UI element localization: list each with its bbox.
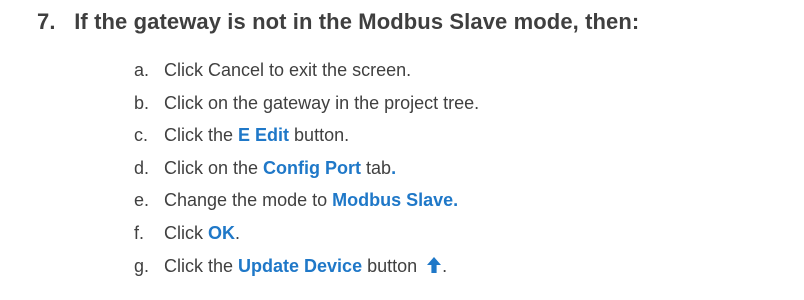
substep-letter: c. bbox=[134, 125, 149, 146]
step-heading: 7. If the gateway is not in the Modbus S… bbox=[37, 9, 639, 35]
substep-text-post: button. bbox=[289, 125, 350, 146]
edit-button-label: E Edit bbox=[238, 125, 290, 146]
substep-text-pre: Click bbox=[164, 222, 208, 243]
substep-text-end: . bbox=[442, 255, 448, 276]
substep-text-pre: Click the bbox=[164, 125, 239, 146]
substep-b: b. Click on the gateway in the project tr… bbox=[134, 92, 479, 125]
up-arrow-icon bbox=[427, 256, 442, 273]
substep-text-mid: tab bbox=[361, 157, 392, 178]
substep-letter: a. bbox=[134, 60, 150, 80]
substep-c: c. Click the E Edit button. bbox=[134, 124, 479, 157]
substep-letter: d. bbox=[134, 157, 150, 178]
substep-text-pre: Click the bbox=[164, 255, 239, 276]
substep-text-pre: Click on the bbox=[164, 157, 264, 178]
substep-g: g. Click the Update Device button . bbox=[134, 255, 479, 288]
substep-letter: g. bbox=[134, 255, 150, 276]
step-heading-text: If the gateway is not in the Modbus Slav… bbox=[74, 9, 640, 34]
substep-d: d. Click on the Config Port tab. bbox=[134, 157, 479, 190]
update-device-button-label: Update Device bbox=[238, 255, 363, 276]
substep-period: . bbox=[391, 157, 397, 178]
substep-letter: f. bbox=[134, 222, 145, 243]
substep-f: f. Click OK. bbox=[134, 222, 479, 255]
substep-text: Click on the gateway in the project tree… bbox=[164, 92, 480, 113]
substep-text-post: . bbox=[235, 222, 241, 243]
substep-a: a. Click Cancel to exit the screen. bbox=[134, 59, 479, 92]
substep-letter: b. bbox=[134, 92, 150, 113]
substep-e: e. Change the mode to Modbus Slave. bbox=[134, 189, 479, 222]
substep-text-post: button bbox=[362, 255, 423, 276]
substep-list: a. Click Cancel to exit the screen. b. Cli… bbox=[134, 59, 479, 287]
modbus-slave-mode-label: Modbus Slave. bbox=[332, 190, 459, 211]
substep-letter: e. bbox=[134, 190, 150, 211]
substep-text-pre: Change the mode to bbox=[164, 190, 333, 211]
step-number: 7. bbox=[37, 9, 56, 34]
ok-button-label: OK bbox=[208, 222, 235, 243]
substep-text: Click Cancel to exit the screen. bbox=[164, 60, 412, 80]
config-port-tab-label: Config Port bbox=[263, 157, 362, 178]
